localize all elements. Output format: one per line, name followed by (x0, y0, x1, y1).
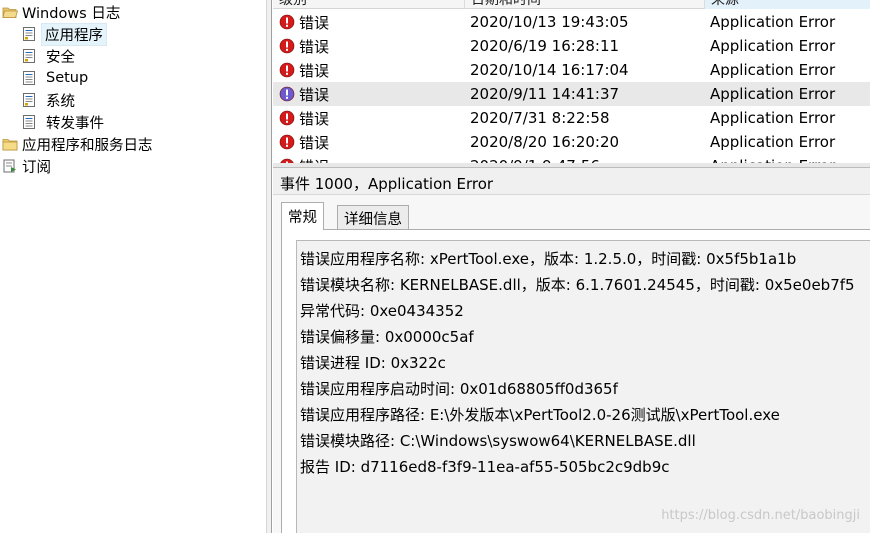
event-level: 错误 (279, 132, 329, 153)
event-detail-title: 事件 1000，Application Error (280, 175, 494, 193)
log-icon (23, 71, 35, 85)
description-line: 错误偏移量: 0x0000c5af (300, 328, 474, 346)
log-tree: Windows 日志 应用程序 安全 Setup 系统 转发事件 应用程序和服务… (0, 0, 266, 533)
tree-item-forwarded-events[interactable]: 转发事件 (21, 111, 109, 133)
error-icon (279, 134, 295, 150)
column-header-level[interactable]: 级别 (273, 0, 464, 9)
description-line: 错误应用程序启动时间: 0x01d68805ff0d365f (300, 380, 618, 398)
description-line: 错误应用程序名称: xPertTool.exe，版本: 1.2.5.0，时间戳:… (300, 250, 797, 268)
tab-details[interactable]: 详细信息 (337, 205, 409, 231)
event-source: Application Error (710, 37, 836, 55)
error-icon (279, 14, 295, 30)
event-row[interactable]: 错误 2020/8/20 16:20:20 Application Error (273, 130, 870, 154)
description-line: 异常代码: 0xe0434352 (300, 302, 464, 320)
event-level: 错误 (279, 108, 329, 129)
event-level: 错误 (279, 156, 329, 164)
column-header-date[interactable]: 日期和时间 (464, 0, 704, 9)
log-icon (23, 27, 35, 41)
event-row[interactable]: 错误 2020/6/19 16:28:11 Application Error (273, 34, 870, 58)
event-date: 2020/10/14 16:17:04 (470, 61, 629, 79)
event-list: 级别 日期和时间 来源 错误 2020/10/13 19:43:05 Applica… (273, 0, 870, 163)
folder-open-icon (2, 7, 18, 18)
description-line: 错误模块路径: C:\Windows\syswow64\KERNELBASE.d… (300, 432, 696, 450)
event-detail-body: 常规 详细信息 错误应用程序名称: xPertTool.exe，版本: 1.2.… (273, 194, 870, 533)
tab-content: 错误应用程序名称: xPertTool.exe，版本: 1.2.5.0，时间戳:… (281, 229, 870, 533)
description-line: 错误进程 ID: 0x322c (300, 354, 446, 372)
tree-item-setup[interactable]: Setup (21, 67, 93, 89)
event-row[interactable]: 错误 2020/7/31 8:22:58 Application Error (273, 106, 870, 130)
tree-item-label: 安全 (46, 49, 75, 66)
error-icon (279, 110, 295, 126)
event-source: Application Error (710, 133, 836, 151)
description-line: 错误应用程序路径: E:\外发版本\xPertTool2.0-26测试版\xPe… (300, 406, 780, 424)
event-level: 错误 (279, 12, 329, 33)
event-source: Application Error (710, 85, 836, 103)
tree-windows-logs-label: Windows 日志 (22, 5, 121, 22)
description-line: 报告 ID: d7116ed8-f3f9-11ea-af55-505bc2c9d… (300, 458, 670, 476)
tree-item-label: Setup (46, 70, 89, 86)
tree-item-security[interactable]: 安全 (21, 45, 80, 67)
tree-item-label: 系统 (46, 93, 75, 110)
tree-item-label: 应用程序 (41, 22, 107, 46)
column-header-source[interactable]: 来源 (704, 0, 870, 9)
event-level: 错误 (279, 60, 329, 81)
event-level-text: 错误 (299, 156, 329, 164)
log-icon (23, 49, 35, 63)
event-detail-pane: 事件 1000，Application Error 常规 详细信息 错误应用程序… (273, 167, 870, 533)
pane-splitter[interactable] (266, 0, 272, 533)
event-level: 错误 (279, 36, 329, 57)
event-source: Application Error (710, 61, 836, 79)
event-row[interactable]: 错误 2020/10/13 19:43:05 Application Error (273, 10, 870, 34)
event-level-text: 错误 (299, 109, 330, 128)
event-row[interactable]: 错误2020/9/1 9:47:56Application Error (273, 154, 870, 163)
event-date: 2020/7/31 8:22:58 (470, 109, 610, 127)
watermark: https://blog.csdn.net/baobingji (661, 508, 860, 523)
event-date: 2020/9/11 14:41:37 (470, 85, 620, 103)
event-date: 2020/6/19 16:28:11 (470, 37, 620, 55)
event-level-text: 错误 (299, 13, 330, 32)
event-level: 错误 (279, 84, 329, 105)
event-description[interactable]: 错误应用程序名称: xPertTool.exe，版本: 1.2.5.0，时间戳:… (296, 240, 870, 533)
tree-item-system[interactable]: 系统 (21, 89, 80, 111)
tree-item-label: 转发事件 (46, 115, 104, 132)
log-icon (23, 115, 35, 129)
error-icon (279, 62, 295, 78)
tree-subscriptions-label: 订阅 (22, 159, 51, 176)
event-level-text: 错误 (299, 85, 330, 104)
error-icon (279, 38, 295, 54)
tree-app-service-logs-label: 应用程序和服务日志 (22, 137, 153, 154)
folder-icon (2, 139, 18, 151)
event-level-text: 错误 (299, 133, 330, 152)
event-source: Application Error (710, 13, 836, 31)
tree-windows-logs[interactable]: Windows 日志 (2, 1, 120, 23)
event-list-header: 级别 日期和时间 来源 (273, 0, 870, 9)
event-level-text: 错误 (299, 37, 330, 56)
description-line: 错误模块名称: KERNELBASE.dll，版本: 6.1.7601.2454… (300, 276, 855, 294)
log-icon (23, 93, 35, 107)
event-row[interactable]: 错误 2020/9/11 14:41:37 Application Error (273, 82, 870, 106)
tree-item-application[interactable]: 应用程序 (21, 22, 107, 46)
event-source: Application Error (710, 109, 836, 127)
event-date: 2020/8/20 16:20:20 (470, 133, 620, 151)
tab-general[interactable]: 常规 (281, 202, 324, 230)
tree-subscriptions[interactable]: 订阅 (2, 155, 51, 177)
error-icon (279, 86, 295, 102)
event-date: 2020/10/13 19:43:05 (470, 13, 629, 31)
event-row[interactable]: 错误 2020/10/14 16:17:04 Application Error (273, 58, 870, 82)
event-level-text: 错误 (299, 61, 330, 80)
tree-app-service-logs[interactable]: 应用程序和服务日志 (2, 133, 153, 155)
subscription-icon (3, 159, 16, 173)
